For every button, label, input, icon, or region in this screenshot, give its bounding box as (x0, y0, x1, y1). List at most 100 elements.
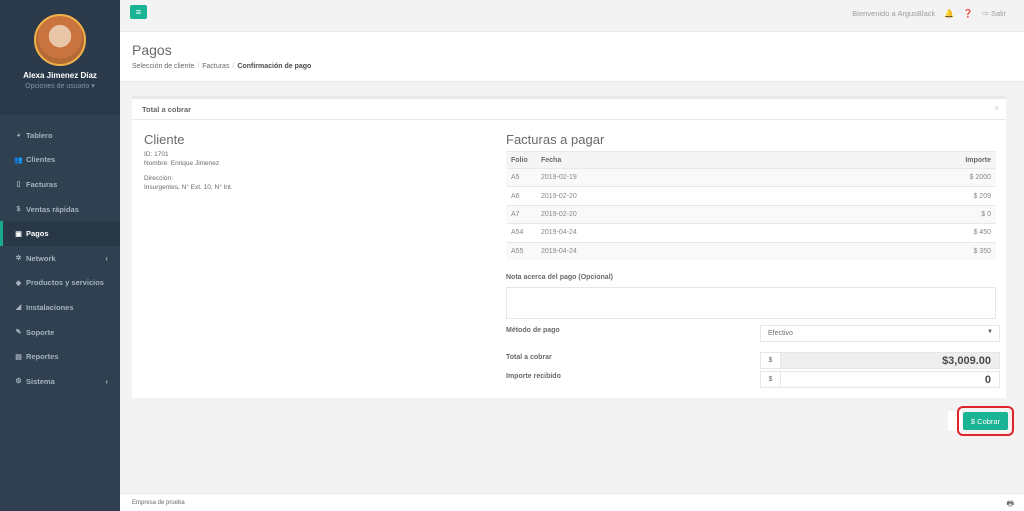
invoices-section: Facturas a pagar Folio Fecha Importe A5 2… (506, 132, 996, 261)
cell-fecha: 2019-02-20 (536, 186, 795, 206)
sidebar-item-label: Sistema (26, 376, 55, 386)
column-header-folio: Folio (506, 151, 536, 169)
sidebar-item-network[interactable]: ✲ Network ‹ (0, 246, 120, 271)
profile-block: Alexa Jimenez Díaz Opciones de usuario ▾ (0, 0, 120, 115)
breadcrumb-item[interactable]: Selección de cliente (132, 63, 194, 70)
cogs-icon: ⚙ (15, 378, 22, 386)
sitemap-icon: ✲ (15, 255, 22, 263)
cell-importe: $ 2000 (794, 167, 996, 187)
sidebar-item-label: Ventas rápidas (26, 204, 79, 214)
cell-fecha: 2019-02-19 (536, 167, 795, 187)
sidebar-item-clientes[interactable]: 👥 Clientes (0, 148, 120, 173)
client-heading: Cliente (144, 132, 185, 147)
cell-fecha: 2019-02-20 (536, 204, 795, 224)
cell-folio: A54 (506, 223, 536, 243)
sidebar-item-label: Clientes (26, 155, 56, 165)
total-label: Total a cobrar (506, 354, 552, 361)
logout-link[interactable]: ⇨ Salir (982, 9, 1006, 18)
sidebar-item-label: Network (26, 253, 56, 263)
client-name: Nombre: Enrique Jimenez (144, 160, 220, 167)
sidebar-item-label: Instalaciones (26, 302, 74, 312)
support-icon: ✎ (15, 329, 22, 337)
dashboard-icon: ◕ (16, 131, 21, 139)
column-header-fecha: Fecha (536, 151, 795, 169)
table-row: A55 2019-04-24 $ 350 (506, 241, 996, 261)
breadcrumb-item[interactable]: Facturas (202, 63, 229, 70)
footer-company: Empresa de prueba (132, 500, 185, 506)
cell-folio: A6 (506, 186, 536, 206)
chevron-left-icon: ‹ (105, 376, 108, 386)
page-title: Pagos (132, 42, 172, 58)
table-header-row: Folio Fecha Importe (506, 151, 996, 169)
sidebar-item-label: Productos y servicios (26, 278, 104, 288)
currency-addon: $ (761, 372, 781, 387)
invoices-table: Folio Fecha Importe A5 2019-02-19 $ 2000 A… (506, 151, 996, 261)
client-address: Insurgentes, N° Ext. 10, N° Int. (144, 184, 233, 191)
client-info: Cliente ID: 1701 Nombre: Enrique Jimenez… (144, 132, 233, 192)
reports-icon: ▤ (15, 353, 22, 361)
breadcrumb-separator: / (197, 63, 200, 70)
payment-method-select[interactable]: Efectivo ▼ (760, 325, 1000, 342)
top-right-actions: Bienvenido a ArgusBlack 🔔 ❓ ⇨ Salir (852, 9, 1006, 18)
column-header-importe: Importe (794, 151, 996, 169)
user-options-dropdown[interactable]: Opciones de usuario ▾ (0, 82, 120, 90)
sidebar-item-productos[interactable]: ◆ Productos y servicios (0, 271, 120, 296)
panel-title: Total a cobrar (142, 105, 192, 114)
table-row: A6 2019-02-20 $ 209 (506, 186, 996, 206)
help-icon[interactable]: ❓ (963, 9, 973, 18)
caret-down-icon: ▼ (987, 329, 993, 335)
cobrar-button[interactable]: $ Cobrar (963, 412, 1008, 430)
sidebar-item-facturas[interactable]: ▯ Facturas (0, 172, 120, 197)
table-row: A54 2019-04-24 $ 450 (506, 223, 996, 243)
cell-fecha: 2019-04-24 (536, 241, 795, 261)
welcome-text: Bienvenido a ArgusBlack (852, 9, 936, 18)
sidebar-item-label: Soporte (26, 327, 55, 337)
payment-note-label: Nota acerca del pago (Opcional) (506, 274, 613, 281)
printer-icon[interactable]: 🖶 (1006, 498, 1014, 511)
hamburger-icon: ≡ (135, 7, 142, 17)
dollar-icon: $ (16, 205, 21, 213)
cell-importe: $ 209 (794, 186, 996, 206)
panel-header: Total a cobrar × (132, 99, 1006, 120)
page-heading: Pagos Selección de cliente / Facturas / Conf… (120, 32, 1024, 82)
amount-received-label: Importe recibido (506, 373, 561, 380)
sidebar-item-instalaciones[interactable]: ◢ Instalaciones (0, 295, 120, 320)
sidebar-item-reportes[interactable]: ▤ Reportes (0, 344, 120, 369)
sidebar-item-tablero[interactable]: ◕ Tablero (0, 123, 120, 148)
invoices-heading: Facturas a pagar (506, 132, 605, 147)
sidebar-item-soporte[interactable]: ✎ Soporte (0, 320, 120, 345)
amount-received-input[interactable]: 0 (781, 372, 999, 387)
cell-importe: $ 0 (794, 204, 996, 224)
breadcrumb-separator: / (232, 63, 235, 70)
bell-icon[interactable]: 🔔 (944, 9, 954, 18)
user-name: Alexa Jimenez Díaz (23, 71, 97, 80)
amount-received-field[interactable]: $ 0 (760, 371, 1000, 388)
client-id: ID: 1701 (144, 151, 169, 158)
table-row: A5 2019-02-19 $ 2000 (506, 167, 996, 187)
cell-importe: $ 450 (794, 223, 996, 243)
payment-note-textarea[interactable] (506, 287, 996, 319)
total-value: $3,009.00 (781, 353, 999, 368)
close-icon[interactable]: × (994, 104, 999, 113)
sidebar: Alexa Jimenez Díaz Opciones de usuario ▾… (0, 0, 120, 511)
chevron-left-icon: ‹ (105, 253, 108, 263)
sidebar-nav: ◕ Tablero 👥 Clientes ▯ Facturas $ Ventas ráp… (0, 123, 120, 394)
table-row: A7 2019-02-20 $ 0 (506, 204, 996, 224)
file-icon: ▯ (16, 181, 21, 189)
breadcrumb-current: Confirmación de pago (237, 63, 312, 70)
breadcrumb: Selección de cliente / Facturas / Confirmaci… (132, 63, 311, 70)
sidebar-item-ventas-rapidas[interactable]: $ Ventas rápidas (0, 197, 120, 222)
payment-method-label: Método de pago (506, 327, 560, 334)
sign-out-icon: ⇨ (982, 9, 989, 18)
menu-toggle-button[interactable]: ≡ (130, 5, 147, 19)
sidebar-item-sistema[interactable]: ⚙ Sistema ‹ (0, 369, 120, 394)
sidebar-item-label: Tablero (26, 130, 53, 140)
payment-method-value: Efectivo (768, 330, 793, 337)
avatar (34, 14, 86, 66)
currency-addon: $ (761, 353, 781, 368)
cell-folio: A7 (506, 204, 536, 224)
sidebar-item-label: Facturas (26, 179, 58, 189)
sidebar-item-pagos[interactable]: ▣ Pagos (0, 221, 120, 246)
logout-label: Salir (990, 9, 1006, 18)
cell-folio: A55 (506, 241, 536, 261)
